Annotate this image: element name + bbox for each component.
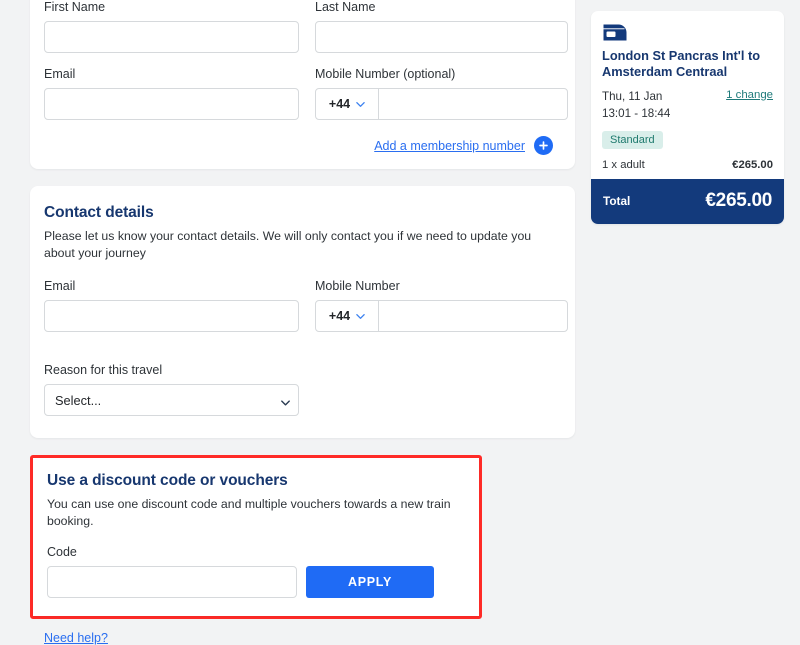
add-membership-number-link[interactable]: Add a membership number <box>374 139 525 153</box>
passenger-email-input[interactable] <box>44 88 299 120</box>
discount-code-field-group: Code <box>47 545 297 599</box>
journey-time: 13:01 - 18:44 <box>602 106 671 120</box>
passenger-mobile-prefix-value: +44 <box>328 97 351 111</box>
booking-page: First Name Last Name Email Mobile Number… <box>0 0 800 645</box>
contact-inputs-row: Email Mobile Number +44 <box>44 279 568 346</box>
contact-details-card: Contact details Please let us know your … <box>30 186 575 439</box>
journey-summary-body: London St Pancras Int'l to Amsterdam Cen… <box>591 11 784 179</box>
changes-link[interactable]: 1 change <box>726 89 773 101</box>
first-name-field-group: First Name <box>44 0 299 53</box>
total-amount: €265.00 <box>705 190 772 212</box>
first-name-input[interactable] <box>44 21 299 53</box>
total-bar: Total €265.00 <box>591 179 784 225</box>
passenger-count-label: 1 x adult <box>602 159 645 172</box>
passenger-mobile-prefix-select[interactable]: +44 <box>316 89 379 119</box>
passenger-price-value: €265.00 <box>732 159 773 172</box>
last-name-field-group: Last Name <box>315 0 568 53</box>
contact-mobile-group: +44 <box>315 300 568 333</box>
passenger-email-field-group: Email <box>44 67 299 120</box>
contact-details-subtitle: Please let us know your contact details.… <box>44 229 532 260</box>
discount-code-label: Code <box>47 545 77 560</box>
first-name-label: First Name <box>44 0 106 14</box>
chevron-down-icon <box>356 312 365 321</box>
apply-discount-button[interactable]: APPLY <box>306 566 434 599</box>
journey-date: Thu, 11 Jan <box>602 89 663 103</box>
contact-email-input[interactable] <box>44 300 299 333</box>
contact-mobile-field-group: Mobile Number +44 <box>315 279 568 333</box>
summary-column: London St Pancras Int'l to Amsterdam Cen… <box>575 0 800 600</box>
plus-icon[interactable] <box>534 136 553 155</box>
discount-subtitle: You can use one discount code and multip… <box>47 497 451 528</box>
journey-datetime: Thu, 11 Jan 13:01 - 18:44 <box>602 89 670 123</box>
travel-reason-selected-value: Select... <box>55 392 102 408</box>
passenger-mobile-group: +44 <box>315 88 568 120</box>
last-name-input[interactable] <box>315 21 568 53</box>
journey-datetime-row: Thu, 11 Jan 13:01 - 18:44 1 change <box>602 89 773 123</box>
passenger-mobile-field-group: Mobile Number (optional) +44 <box>315 67 568 120</box>
discount-code-input[interactable] <box>47 566 297 599</box>
main-column: First Name Last Name Email Mobile Number… <box>0 0 575 645</box>
journey-summary-card: London St Pancras Int'l to Amsterdam Cen… <box>591 11 784 225</box>
need-help-link[interactable]: Need help? <box>44 631 108 645</box>
chevron-down-icon <box>279 396 290 406</box>
contact-mobile-label: Mobile Number <box>315 279 400 294</box>
chevron-down-icon <box>356 100 365 109</box>
discount-code-row: Code APPLY <box>47 545 465 599</box>
discount-code-card: Use a discount code or vouchers You can … <box>33 458 479 617</box>
passenger-email-label: Email <box>44 67 76 81</box>
travel-reason-group: Reason for this travel Select... <box>44 363 561 417</box>
contact-mobile-input[interactable] <box>379 301 567 332</box>
contact-mobile-prefix-select[interactable]: +44 <box>316 301 379 332</box>
discount-highlight-box: Use a discount code or vouchers You can … <box>30 455 482 620</box>
last-name-label: Last Name <box>315 0 376 14</box>
name-row: First Name Last Name <box>44 0 568 67</box>
contact-row: Email Mobile Number (optional) +44 <box>44 67 568 134</box>
travel-reason-select[interactable]: Select... <box>44 384 299 417</box>
passenger-price-row: 1 x adult €265.00 <box>602 159 773 171</box>
membership-row: Add a membership number <box>44 136 553 155</box>
passenger-details-card: First Name Last Name Email Mobile Number… <box>30 0 575 169</box>
travel-reason-label: Reason for this travel <box>44 363 163 378</box>
passenger-mobile-input[interactable] <box>379 89 567 119</box>
contact-details-title: Contact details <box>44 204 154 221</box>
travel-class-badge: Standard <box>602 131 663 150</box>
total-label: Total <box>603 194 631 209</box>
contact-email-label: Email <box>44 279 76 294</box>
discount-title: Use a discount code or vouchers <box>47 472 288 490</box>
passenger-mobile-label: Mobile Number (optional) <box>315 67 456 81</box>
contact-email-field-group: Email <box>44 279 299 333</box>
train-icon <box>602 23 773 42</box>
route-title: London St Pancras Int'l to Amsterdam Cen… <box>602 48 761 80</box>
contact-mobile-prefix-value: +44 <box>328 309 351 324</box>
